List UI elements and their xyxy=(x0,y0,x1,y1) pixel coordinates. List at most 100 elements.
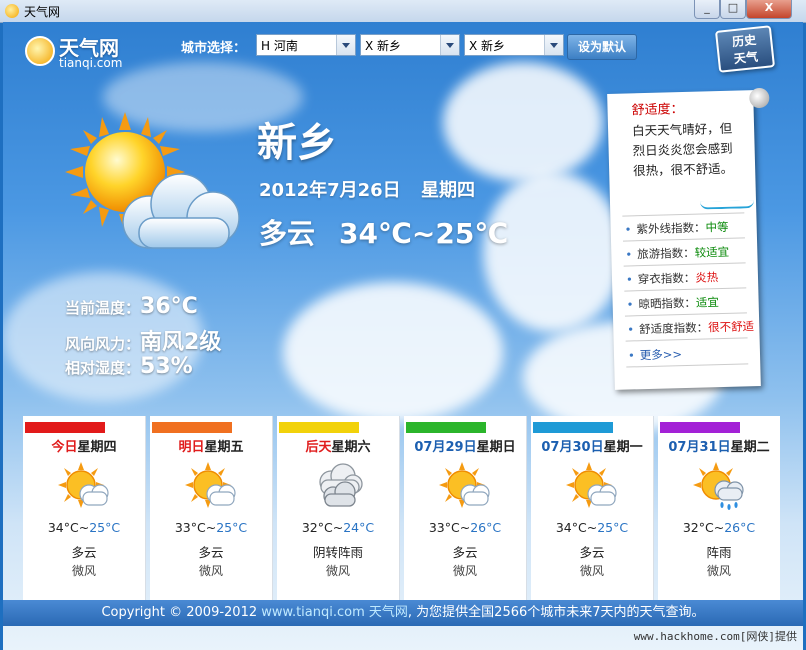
city-value: X 新乡 xyxy=(365,39,402,53)
forecast-card[interactable]: 今日星期四 34°C~25°C 多云 微风 xyxy=(23,416,146,600)
set-default-button[interactable]: 设为默认 xyxy=(567,34,637,60)
temp-low: 25°C xyxy=(216,520,248,535)
temp-high: 34°C xyxy=(555,520,587,535)
forecast-card[interactable]: 后天星期六 32°C~24°C 阴转阵雨 微风 xyxy=(277,416,400,600)
copyright-text: Copyright © 2009-2012 xyxy=(101,605,262,620)
main-panel: 天气网 tianqi.com 城市选择： H 河南 X 新乡 X 新乡 设为默认… xyxy=(3,22,803,650)
bg-cloud xyxy=(443,62,603,182)
temp-high: 32°C xyxy=(301,520,333,535)
forecast-temp: 33°C~26°C xyxy=(428,520,502,535)
bullet-icon: • xyxy=(625,247,633,262)
forecast-wind: 微风 xyxy=(452,564,477,578)
color-bar xyxy=(152,422,232,433)
forecast-day: 明日星期五 xyxy=(150,436,272,455)
index-drying[interactable]: • 晾晒指数：适宜 xyxy=(626,294,719,312)
temp-low: 25°C xyxy=(89,520,121,535)
close-button[interactable]: X xyxy=(746,0,792,19)
today-temp-range: 34℃~25℃ xyxy=(339,217,509,250)
index-comfort[interactable]: • 舒适度指数：很不舒适 xyxy=(627,318,754,337)
day-weekday: 星期一 xyxy=(603,440,643,455)
current-humidity-value: 53% xyxy=(140,354,193,379)
cloud-icon xyxy=(319,463,363,507)
more-link[interactable]: • 更多>> xyxy=(628,346,682,363)
forecast-day: 07月31日星期二 xyxy=(658,436,780,455)
comfort-title: 舒适度： xyxy=(631,101,684,119)
day-primary: 后天 xyxy=(305,440,332,455)
forecast-wind: 微风 xyxy=(71,564,96,578)
index-label: 旅游指数： xyxy=(636,245,695,262)
temp-low: 26°C xyxy=(470,520,502,535)
forecast-condition: 阴转阵雨 xyxy=(312,545,363,560)
color-bar xyxy=(406,422,486,433)
maximize-button[interactable]: □ xyxy=(720,0,746,19)
comfort-description: 白天天气晴好，但烈日炎炎您会感到很热，很不舒适。 xyxy=(631,120,734,179)
temp-high: 33°C xyxy=(428,520,460,535)
bullet-icon: • xyxy=(625,272,633,287)
minimize-button[interactable]: _ xyxy=(694,0,720,19)
more-text: 更多>> xyxy=(639,347,683,363)
day-weekday: 星期二 xyxy=(730,440,770,455)
current-temp: 当前温度：36°C xyxy=(65,294,198,319)
sun-cloud-icon xyxy=(439,462,490,508)
forecast-day: 后天星期六 xyxy=(277,436,399,455)
comfort-note: 舒适度： 白天天气晴好，但烈日炎炎您会感到很热，很不舒适。 • 紫外线指数：中等 … xyxy=(607,87,770,390)
current-temp-label: 当前温度： xyxy=(65,299,141,317)
site-link[interactable]: www.tianqi.com 天气网 xyxy=(261,605,408,620)
underline-mark xyxy=(699,200,755,210)
title-bar: 天气网 _ □ X xyxy=(0,0,806,23)
bullet-icon: • xyxy=(627,348,635,363)
weekday-text: 星期四 xyxy=(420,180,475,201)
forecast-card[interactable]: 07月30日星期一 34°C~25°C 多云 微风 xyxy=(531,416,654,600)
province-value: H 河南 xyxy=(261,39,298,53)
divider xyxy=(624,312,747,317)
today-summary: 多云 34℃~25℃ xyxy=(259,212,508,252)
sun-cloud-icon xyxy=(185,462,236,508)
bullet-icon: • xyxy=(626,297,634,312)
day-primary: 07月30日 xyxy=(541,440,604,455)
forecast-temp: 32°C~26°C xyxy=(682,520,756,535)
index-travel[interactable]: • 旅游指数：较适宜 xyxy=(625,244,729,263)
forecast-temp: 33°C~25°C xyxy=(174,520,248,535)
index-label: 紫外线指数： xyxy=(636,220,706,237)
index-value: 炎热 xyxy=(695,270,719,285)
index-uv[interactable]: • 紫外线指数：中等 xyxy=(624,219,729,238)
footer: Copyright © 2009-2012 www.tianqi.com 天气网… xyxy=(3,600,803,626)
pin-icon xyxy=(749,87,770,109)
temp-low: 25°C xyxy=(597,520,629,535)
watermark: www.hackhome.com[网侠]提供 xyxy=(633,630,797,643)
province-select[interactable]: H 河南 xyxy=(256,34,356,56)
day-primary: 07月31日 xyxy=(668,440,731,455)
bullet-icon: • xyxy=(624,222,632,237)
forecast-card[interactable]: 明日星期五 33°C~25°C 多云 微风 xyxy=(150,416,273,600)
color-bar xyxy=(25,422,105,433)
site-logo[interactable]: 天气网 tianqi.com xyxy=(25,30,145,70)
city-select-label: 城市选择： xyxy=(181,41,247,56)
color-bar xyxy=(660,422,740,433)
day-primary: 07月29日 xyxy=(414,440,477,455)
temp-high: 32°C xyxy=(682,520,714,535)
history-weather-button[interactable]: 历史 天气 xyxy=(714,25,776,73)
window-title: 天气网 xyxy=(24,5,61,19)
forecast-card[interactable]: 07月31日星期二 32°C~26°C 阵雨 微风 xyxy=(658,416,780,600)
forecast-day: 07月29日星期日 xyxy=(404,436,526,455)
forecast-card[interactable]: 07月29日星期日 33°C~26°C 多云 微风 xyxy=(404,416,527,600)
index-dressing[interactable]: • 穿衣指数：炎热 xyxy=(626,269,719,287)
index-label: 穿衣指数： xyxy=(637,270,696,287)
forecast-condition: 多云 xyxy=(452,545,478,560)
index-label: 晾晒指数： xyxy=(638,295,697,312)
forecast-day: 07月30日星期一 xyxy=(531,436,653,455)
forecast-day: 今日星期四 xyxy=(23,436,145,455)
today-date: 2012年7月26日 星期四 xyxy=(259,176,475,202)
temp-high: 33°C xyxy=(174,520,206,535)
index-value: 较适宜 xyxy=(694,244,730,260)
district-select[interactable]: X 新乡 xyxy=(464,34,564,56)
city-select[interactable]: X 新乡 xyxy=(360,34,460,56)
cloud-icon xyxy=(122,173,240,249)
current-humidity-label: 相对湿度： xyxy=(65,359,141,377)
chevron-down-icon xyxy=(440,35,459,55)
logo-url: tianqi.com xyxy=(59,56,123,70)
index-label: 舒适度指数： xyxy=(638,320,709,337)
temp-low: 26°C xyxy=(724,520,756,535)
bg-cloud xyxy=(483,172,623,332)
current-temp-value: 36°C xyxy=(140,294,198,319)
